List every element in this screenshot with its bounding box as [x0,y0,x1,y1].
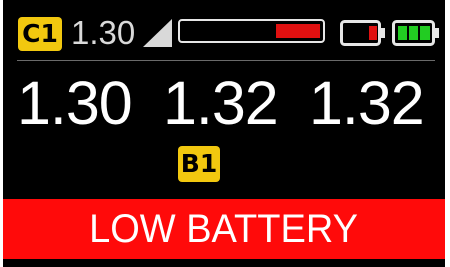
channel-badge[interactable]: C1 [18,17,62,51]
alert-text: LOW BATTERY [89,207,359,251]
current-value: 1.30 [71,14,136,51]
device-screen: C1 1.30 1.30 1.32 1.32 B1 LOW BATTERY [3,0,445,267]
level-meter-fill [276,24,320,38]
battery-low-icon [340,20,385,46]
reading-value: 1.30 [17,69,133,137]
divider [17,60,435,61]
bank-badge[interactable]: B1 [178,146,220,182]
readings-row: 1.30 1.32 1.32 [17,70,441,136]
reading-value: 1.32 [309,69,425,137]
reading-value: 1.32 [163,69,279,137]
low-battery-alert: LOW BATTERY [3,199,445,259]
signal-strength-icon [143,19,172,47]
level-meter [178,19,325,43]
battery-full-icon [392,20,439,46]
